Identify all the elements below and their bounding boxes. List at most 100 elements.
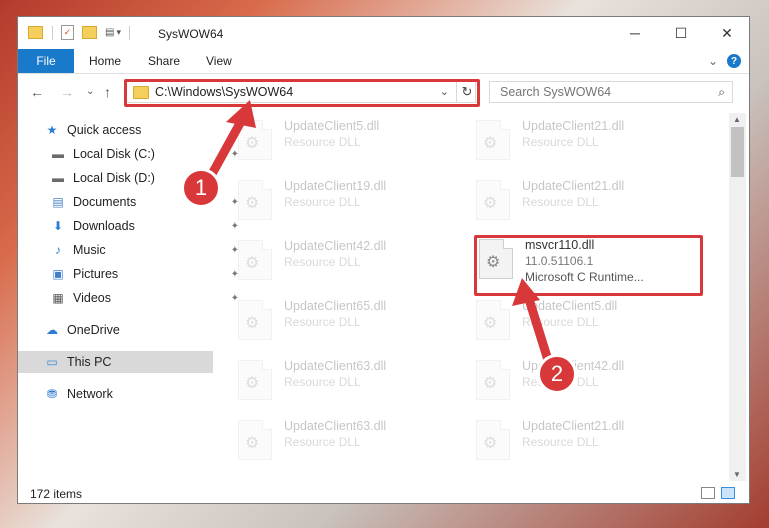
sidebar-item-local-disk-c[interactable]: ▬ Local Disk (C:) ✦ <box>18 143 245 165</box>
file-item[interactable]: ⚙ UpdateClient5.dll Resource DLL <box>238 117 458 163</box>
large-icons-view-icon[interactable] <box>721 487 735 499</box>
file-name: UpdateClient65.dll <box>284 299 387 313</box>
videos-icon: ▦ <box>52 291 64 305</box>
sidebar-item-quick-access[interactable]: ★ Quick access <box>18 119 239 141</box>
sidebar-item-network[interactable]: ⛃ Network <box>18 383 239 405</box>
window-title: SysWOW64 <box>158 27 224 41</box>
ribbon-collapse-icon[interactable]: ⌄ <box>708 49 718 73</box>
file-explorer-window: ✓ ▤ ▾ SysWOW64 ─ ☐ ✕ File Home Share Vie… <box>17 16 750 504</box>
file-item[interactable]: ⚙ UpdateClient65.dll Resource DLL <box>238 297 458 343</box>
folder-icon[interactable] <box>28 26 43 39</box>
file-type: Resource DLL <box>522 435 599 449</box>
gear-icon: ⚙ <box>245 255 260 272</box>
sidebar-item-this-pc[interactable]: ▭ This PC <box>18 351 213 373</box>
customize-qat-icon[interactable]: ▤ <box>105 27 114 38</box>
quick-access-toolbar: ✓ ▤ ▾ <box>28 25 130 40</box>
tab-view[interactable]: View <box>206 49 232 73</box>
star-icon: ★ <box>46 123 58 137</box>
file-item[interactable]: ⚙ UpdateClient63.dll Resource DLL <box>238 357 458 403</box>
recent-locations-button[interactable]: ⌄ <box>86 86 94 97</box>
file-version: 11.0.51106.1 <box>525 254 594 268</box>
sidebar-item-label: Network <box>67 387 113 401</box>
vertical-scrollbar[interactable]: ▲ ▼ <box>729 113 746 481</box>
computer-icon: ▭ <box>46 355 58 369</box>
folder-icon <box>133 85 149 99</box>
navigation-pane: ★ Quick access ▬ Local Disk (C:) ✦ ▬ Loc… <box>18 115 239 475</box>
sidebar-item-label: Music <box>73 243 106 257</box>
file-item[interactable]: ⚙ UpdateClient5.dll Resource DLL <box>476 297 696 343</box>
file-item[interactable]: ⚙ UpdateClient19.dll Resource DLL <box>238 177 458 223</box>
gear-icon: ⚙ <box>483 195 498 212</box>
close-button[interactable]: ✕ <box>704 17 750 49</box>
scroll-up-icon[interactable]: ▲ <box>733 115 741 124</box>
sidebar-item-label: Local Disk (D:) <box>73 171 155 185</box>
refresh-button[interactable]: ↻ <box>456 81 478 103</box>
file-type: Resource DLL <box>522 195 599 209</box>
sidebar-item-label: Downloads <box>73 219 135 233</box>
help-icon[interactable]: ? <box>727 54 741 68</box>
file-item[interactable]: ⚙ UpdateClient21.dll Resource DLL <box>476 117 696 163</box>
file-name: UpdateClient5.dll <box>522 299 618 313</box>
maximize-button[interactable]: ☐ <box>658 17 704 49</box>
sidebar-item-label: OneDrive <box>67 323 120 337</box>
search-input[interactable] <box>498 84 702 100</box>
file-name: UpdateClient21.dll <box>522 179 625 193</box>
file-name: UpdateClient63.dll <box>284 419 387 433</box>
file-type: Resource DLL <box>284 135 361 149</box>
scrollbar-thumb[interactable] <box>731 127 744 177</box>
address-path[interactable]: C:\Windows\SysWOW64 <box>155 85 293 99</box>
cloud-icon: ☁ <box>46 323 58 337</box>
search-icon: ⌕ <box>718 85 725 99</box>
gear-icon: ⚙ <box>245 315 260 332</box>
scroll-down-icon[interactable]: ▼ <box>733 470 741 479</box>
separator <box>52 25 53 40</box>
search-box[interactable]: ⌕ <box>489 81 733 103</box>
file-name: UpdateClient19.dll <box>284 179 387 193</box>
file-type: Resource DLL <box>284 195 361 209</box>
sidebar-item-label: Pictures <box>73 267 119 281</box>
tab-file[interactable]: File <box>18 49 74 73</box>
gear-icon: ⚙ <box>483 315 498 332</box>
sidebar-item-label: Videos <box>73 291 111 305</box>
navigation-bar: ← → ⌄ ↑ C:\Windows\SysWOW64 ⌄ ↻ ⌕ <box>18 75 749 109</box>
back-button[interactable]: ← <box>30 84 44 100</box>
tab-share[interactable]: Share <box>148 49 180 73</box>
properties-icon[interactable]: ✓ <box>61 25 74 40</box>
tab-home[interactable]: Home <box>89 49 121 73</box>
forward-button[interactable]: → <box>60 84 74 100</box>
file-name: UpdateClient63.dll <box>284 359 387 373</box>
sidebar-item-downloads[interactable]: ⬇ Downloads ✦ <box>18 215 245 237</box>
file-item[interactable]: ⚙ UpdateClient42.dll Resource DLL <box>476 357 696 403</box>
file-name: msvcr110.dll <box>525 238 595 252</box>
file-name: UpdateClient21.dll <box>522 119 625 133</box>
up-button[interactable]: ↑ <box>104 84 111 100</box>
music-icon: ♪ <box>55 243 61 257</box>
file-item-msvcr110[interactable]: ⚙ msvcr110.dll 11.0.51106.1 Microsoft C … <box>479 236 699 284</box>
file-type: Resource DLL <box>284 255 361 269</box>
chevron-down-icon[interactable]: ⌄ <box>440 85 449 98</box>
file-item[interactable]: ⚙ UpdateClient21.dll Resource DLL <box>476 177 696 223</box>
new-folder-icon[interactable] <box>82 26 97 39</box>
network-icon: ⛃ <box>46 387 58 401</box>
file-item[interactable]: ⚙ UpdateClient21.dll Resource DLL <box>476 417 696 463</box>
details-view-icon[interactable] <box>701 487 715 499</box>
file-item[interactable]: ⚙ UpdateClient42.dll Resource DLL <box>238 237 458 283</box>
gear-icon: ⚙ <box>245 135 260 152</box>
chevron-down-icon[interactable]: ▾ <box>116 27 121 38</box>
drive-icon: ▬ <box>52 171 64 185</box>
minimize-button[interactable]: ─ <box>612 17 658 49</box>
callout-number-1: 1 <box>181 168 221 208</box>
sidebar-item-label: Quick access <box>67 123 142 137</box>
sidebar-item-videos[interactable]: ▦ Videos ✦ <box>18 287 245 309</box>
file-description: Microsoft C Runtime... <box>525 270 644 284</box>
sidebar-item-pictures[interactable]: ▣ Pictures ✦ <box>18 263 245 285</box>
file-type: Resource DLL <box>522 315 599 329</box>
drive-icon: ▬ <box>52 147 64 161</box>
sidebar-item-label: Documents <box>73 195 137 209</box>
file-item[interactable]: ⚙ UpdateClient63.dll Resource DLL <box>238 417 458 463</box>
address-bar[interactable]: C:\Windows\SysWOW64 ⌄ <box>126 81 476 103</box>
file-type: Resource DLL <box>284 315 361 329</box>
sidebar-item-onedrive[interactable]: ☁ OneDrive <box>18 319 239 341</box>
sidebar-item-music[interactable]: ♪ Music ✦ <box>18 239 245 261</box>
file-type: Resource DLL <box>284 435 361 449</box>
